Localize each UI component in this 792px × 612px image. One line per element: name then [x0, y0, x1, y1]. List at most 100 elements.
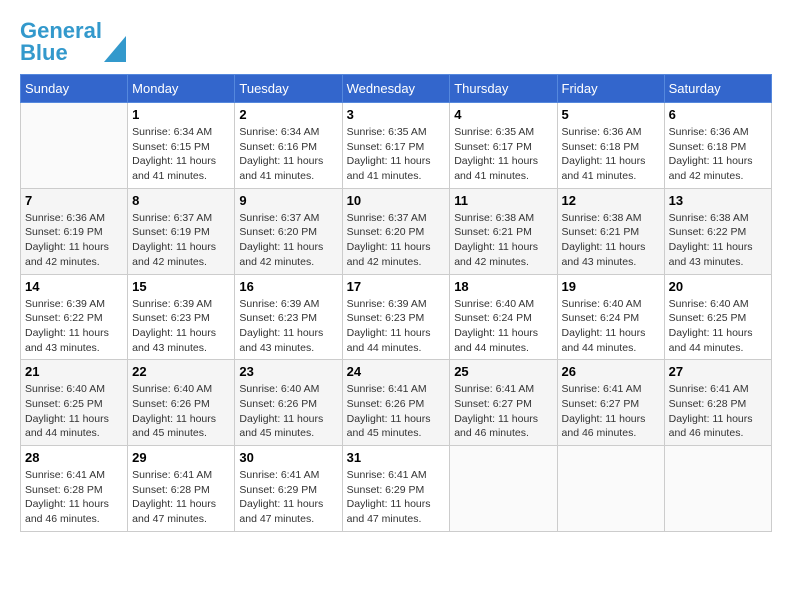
page-header: GeneralBlue — [20, 20, 772, 64]
day-number: 10 — [347, 193, 446, 208]
day-number: 28 — [25, 450, 123, 465]
day-number: 12 — [562, 193, 660, 208]
day-number: 29 — [132, 450, 230, 465]
calendar-day-cell: 14 Sunrise: 6:39 AMSunset: 6:22 PMDayligh… — [21, 274, 128, 360]
day-info: Sunrise: 6:39 AMSunset: 6:22 PMDaylight:… — [25, 297, 123, 356]
day-info: Sunrise: 6:40 AMSunset: 6:24 PMDaylight:… — [562, 297, 660, 356]
calendar-week-row: 21Sunrise: 6:40 AMSunset: 6:25 PMDayligh… — [21, 360, 772, 446]
calendar-week-row: 28 Sunrise: 6:41 AMSunset: 6:28 PMDayligh… — [21, 446, 772, 532]
calendar-day-cell: 26 Sunrise: 6:41 AMSunset: 6:27 PMDayligh… — [557, 360, 664, 446]
day-info: Sunrise: 6:34 AMSunset: 6:15 PMDaylight:… — [132, 125, 230, 184]
day-info: Sunrise: 6:39 AMSunset: 6:23 PMDaylight:… — [132, 297, 230, 356]
calendar-day-cell — [664, 446, 771, 532]
calendar-day-cell: 6Sunrise: 6:36 AMSunset: 6:18 PMDaylight… — [664, 103, 771, 189]
day-number: 15 — [132, 279, 230, 294]
calendar-day-cell: 18 Sunrise: 6:40 AMSunset: 6:24 PMDayligh… — [450, 274, 557, 360]
calendar-day-cell: 31 Sunrise: 6:41 AMSunset: 6:29 PMDayligh… — [342, 446, 450, 532]
day-number: 30 — [239, 450, 337, 465]
calendar-day-cell — [21, 103, 128, 189]
day-info: Sunrise: 6:39 AMSunset: 6:23 PMDaylight:… — [347, 297, 446, 356]
calendar-day-cell — [450, 446, 557, 532]
day-number: 24 — [347, 364, 446, 379]
calendar-day-cell: 29 Sunrise: 6:41 AMSunset: 6:28 PMDayligh… — [128, 446, 235, 532]
weekday-header-cell: Wednesday — [342, 75, 450, 103]
day-info: Sunrise: 6:36 AMSunset: 6:19 PMDaylight:… — [25, 211, 123, 270]
calendar-day-cell: 25Sunrise: 6:41 AMSunset: 6:27 PMDayligh… — [450, 360, 557, 446]
day-info: Sunrise: 6:41 AMSunset: 6:28 PMDaylight:… — [669, 382, 767, 441]
calendar-day-cell: 9 Sunrise: 6:37 AMSunset: 6:20 PMDaylight… — [235, 188, 342, 274]
logo-icon — [104, 36, 126, 62]
day-number: 22 — [132, 364, 230, 379]
calendar-day-cell: 24 Sunrise: 6:41 AMSunset: 6:26 PMDayligh… — [342, 360, 450, 446]
day-number: 31 — [347, 450, 446, 465]
day-info: Sunrise: 6:41 AMSunset: 6:28 PMDaylight:… — [25, 468, 123, 527]
day-info: Sunrise: 6:37 AMSunset: 6:19 PMDaylight:… — [132, 211, 230, 270]
calendar-day-cell: 20 Sunrise: 6:40 AMSunset: 6:25 PMDayligh… — [664, 274, 771, 360]
weekday-header-cell: Friday — [557, 75, 664, 103]
calendar-day-cell: 5 Sunrise: 6:36 AMSunset: 6:18 PMDaylight… — [557, 103, 664, 189]
calendar-day-cell: 8 Sunrise: 6:37 AMSunset: 6:19 PMDaylight… — [128, 188, 235, 274]
day-number: 20 — [669, 279, 767, 294]
calendar-day-cell: 4Sunrise: 6:35 AMSunset: 6:17 PMDaylight… — [450, 103, 557, 189]
day-info: Sunrise: 6:41 AMSunset: 6:28 PMDaylight:… — [132, 468, 230, 527]
day-number: 23 — [239, 364, 337, 379]
weekday-header-cell: Monday — [128, 75, 235, 103]
day-info: Sunrise: 6:37 AMSunset: 6:20 PMDaylight:… — [347, 211, 446, 270]
calendar-day-cell: 22Sunrise: 6:40 AMSunset: 6:26 PMDayligh… — [128, 360, 235, 446]
calendar-day-cell: 13Sunrise: 6:38 AMSunset: 6:22 PMDayligh… — [664, 188, 771, 274]
day-number: 9 — [239, 193, 337, 208]
calendar-day-cell — [557, 446, 664, 532]
calendar-day-cell: 28 Sunrise: 6:41 AMSunset: 6:28 PMDayligh… — [21, 446, 128, 532]
day-info: Sunrise: 6:38 AMSunset: 6:21 PMDaylight:… — [454, 211, 552, 270]
day-number: 6 — [669, 107, 767, 122]
calendar-day-cell: 10 Sunrise: 6:37 AMSunset: 6:20 PMDayligh… — [342, 188, 450, 274]
day-info: Sunrise: 6:39 AMSunset: 6:23 PMDaylight:… — [239, 297, 337, 356]
day-number: 26 — [562, 364, 660, 379]
calendar-day-cell: 16Sunrise: 6:39 AMSunset: 6:23 PMDayligh… — [235, 274, 342, 360]
calendar-table: SundayMondayTuesdayWednesdayThursdayFrid… — [20, 74, 772, 532]
calendar-day-cell: 2 Sunrise: 6:34 AMSunset: 6:16 PMDaylight… — [235, 103, 342, 189]
day-number: 7 — [25, 193, 123, 208]
day-info: Sunrise: 6:35 AMSunset: 6:17 PMDaylight:… — [347, 125, 446, 184]
calendar-day-cell: 11 Sunrise: 6:38 AMSunset: 6:21 PMDayligh… — [450, 188, 557, 274]
day-number: 5 — [562, 107, 660, 122]
day-number: 18 — [454, 279, 552, 294]
calendar-day-cell: 27Sunrise: 6:41 AMSunset: 6:28 PMDayligh… — [664, 360, 771, 446]
day-info: Sunrise: 6:36 AMSunset: 6:18 PMDaylight:… — [562, 125, 660, 184]
calendar-day-cell: 1 Sunrise: 6:34 AMSunset: 6:15 PMDaylight… — [128, 103, 235, 189]
day-number: 3 — [347, 107, 446, 122]
calendar-day-cell: 21Sunrise: 6:40 AMSunset: 6:25 PMDayligh… — [21, 360, 128, 446]
day-number: 8 — [132, 193, 230, 208]
calendar-day-cell: 3 Sunrise: 6:35 AMSunset: 6:17 PMDaylight… — [342, 103, 450, 189]
day-info: Sunrise: 6:35 AMSunset: 6:17 PMDaylight:… — [454, 125, 552, 184]
day-info: Sunrise: 6:37 AMSunset: 6:20 PMDaylight:… — [239, 211, 337, 270]
weekday-header-cell: Thursday — [450, 75, 557, 103]
logo-text: GeneralBlue — [20, 20, 102, 64]
calendar-day-cell: 7 Sunrise: 6:36 AMSunset: 6:19 PMDaylight… — [21, 188, 128, 274]
calendar-day-cell: 17Sunrise: 6:39 AMSunset: 6:23 PMDayligh… — [342, 274, 450, 360]
calendar-day-cell: 23 Sunrise: 6:40 AMSunset: 6:26 PMDayligh… — [235, 360, 342, 446]
day-info: Sunrise: 6:41 AMSunset: 6:26 PMDaylight:… — [347, 382, 446, 441]
day-number: 1 — [132, 107, 230, 122]
day-number: 11 — [454, 193, 552, 208]
day-info: Sunrise: 6:34 AMSunset: 6:16 PMDaylight:… — [239, 125, 337, 184]
day-info: Sunrise: 6:38 AMSunset: 6:21 PMDaylight:… — [562, 211, 660, 270]
calendar-week-row: 7 Sunrise: 6:36 AMSunset: 6:19 PMDaylight… — [21, 188, 772, 274]
calendar-week-row: 1 Sunrise: 6:34 AMSunset: 6:15 PMDaylight… — [21, 103, 772, 189]
weekday-header-cell: Sunday — [21, 75, 128, 103]
day-number: 2 — [239, 107, 337, 122]
day-info: Sunrise: 6:40 AMSunset: 6:25 PMDaylight:… — [25, 382, 123, 441]
weekday-header-cell: Tuesday — [235, 75, 342, 103]
logo: GeneralBlue — [20, 20, 126, 64]
day-info: Sunrise: 6:40 AMSunset: 6:24 PMDaylight:… — [454, 297, 552, 356]
calendar-day-cell: 19Sunrise: 6:40 AMSunset: 6:24 PMDayligh… — [557, 274, 664, 360]
calendar-day-cell: 15 Sunrise: 6:39 AMSunset: 6:23 PMDayligh… — [128, 274, 235, 360]
calendar-week-row: 14 Sunrise: 6:39 AMSunset: 6:22 PMDayligh… — [21, 274, 772, 360]
day-info: Sunrise: 6:41 AMSunset: 6:27 PMDaylight:… — [562, 382, 660, 441]
day-info: Sunrise: 6:38 AMSunset: 6:22 PMDaylight:… — [669, 211, 767, 270]
day-info: Sunrise: 6:41 AMSunset: 6:29 PMDaylight:… — [347, 468, 446, 527]
day-number: 14 — [25, 279, 123, 294]
day-info: Sunrise: 6:40 AMSunset: 6:25 PMDaylight:… — [669, 297, 767, 356]
day-info: Sunrise: 6:40 AMSunset: 6:26 PMDaylight:… — [239, 382, 337, 441]
day-info: Sunrise: 6:41 AMSunset: 6:27 PMDaylight:… — [454, 382, 552, 441]
